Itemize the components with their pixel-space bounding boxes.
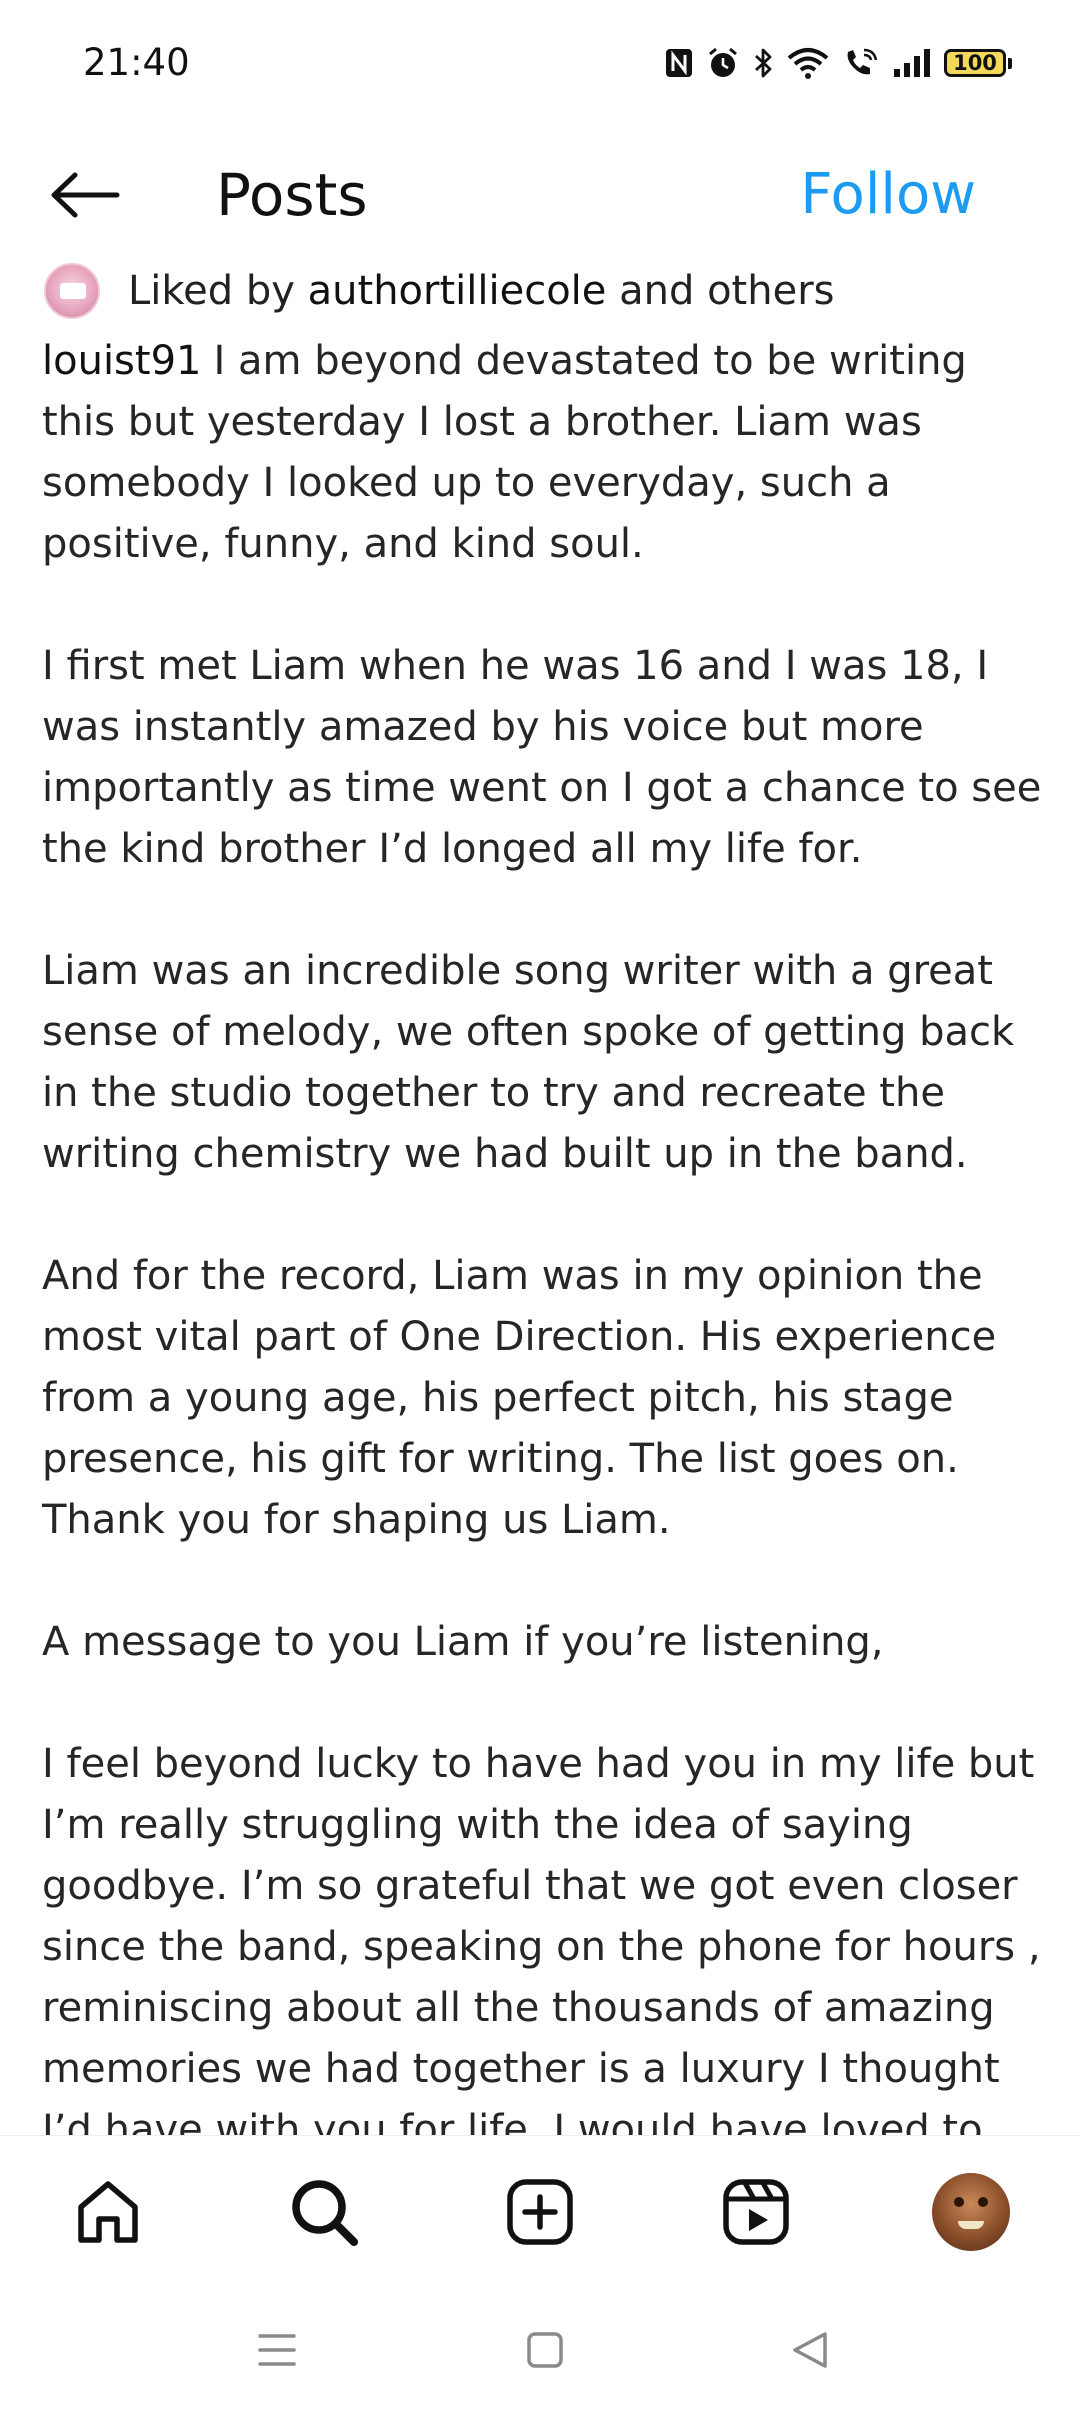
status-bar: 21:40 100 <box>0 0 1080 125</box>
battery-level: 100 <box>944 49 1006 77</box>
caption-paragraph: I feel beyond lucky to have had you in m… <box>42 1741 1041 2135</box>
back-button[interactable] <box>40 160 130 230</box>
nav-home-button[interactable] <box>68 2172 148 2252</box>
battery-icon: 100 <box>944 49 1012 77</box>
plus-square-icon <box>507 2179 573 2245</box>
wifi-calling-icon <box>842 46 880 80</box>
likes-text: Liked by authortilliecole and others <box>128 263 834 319</box>
system-back-button[interactable] <box>780 2325 840 2375</box>
caption-paragraph: Liam was an incredible song writer with … <box>42 948 1015 1177</box>
post-caption: louist91 I am beyond devastated to be wri… <box>42 331 1052 2135</box>
wifi-icon <box>786 46 830 80</box>
menu-icon <box>258 2334 296 2366</box>
nfc-icon <box>664 47 694 79</box>
caption-paragraph: I first met Liam when he was 16 and I wa… <box>42 643 1042 872</box>
page-title: Posts <box>216 161 368 229</box>
liked-by-suffix[interactable]: and others <box>619 268 834 314</box>
post-content: Liked by authortilliecole and others lou… <box>0 255 1080 2135</box>
system-nav-bar <box>0 2285 1080 2412</box>
nav-reels-button[interactable] <box>716 2172 796 2252</box>
back-triangle-icon <box>793 2332 827 2368</box>
liked-by-prefix: Liked by <box>128 268 295 314</box>
liker-username[interactable]: authortilliecole <box>308 268 607 314</box>
follow-button[interactable]: Follow <box>800 162 976 228</box>
reels-icon <box>723 2179 789 2245</box>
arrow-left-icon <box>51 172 120 218</box>
home-icon <box>78 2181 138 2243</box>
system-home-button[interactable] <box>515 2325 575 2375</box>
top-app-bar: Posts Follow <box>0 140 1080 250</box>
alarm-icon <box>706 46 740 80</box>
caption-username[interactable]: louist91 <box>42 338 201 384</box>
nav-search-button[interactable] <box>284 2172 364 2252</box>
signal-icon <box>892 47 932 79</box>
status-time: 21:40 <box>83 41 190 84</box>
nav-create-button[interactable] <box>500 2172 580 2252</box>
status-icons: 100 <box>664 42 1012 84</box>
profile-avatar <box>932 2173 1010 2251</box>
bluetooth-icon <box>752 46 774 80</box>
caption-paragraph: And for the record, Liam was in my opini… <box>42 1253 997 1543</box>
home-square-icon <box>527 2332 563 2368</box>
caption-paragraph: A message to you Liam if you’re listenin… <box>42 1619 884 1665</box>
search-icon <box>292 2180 358 2246</box>
caption-paragraph: louist91 I am beyond devastated to be wri… <box>42 331 1052 575</box>
battery-tip <box>1008 57 1012 69</box>
bottom-nav <box>0 2135 1080 2286</box>
liker-avatar[interactable] <box>44 263 100 319</box>
nav-profile-button[interactable] <box>931 2172 1011 2252</box>
system-menu-button[interactable] <box>247 2325 307 2375</box>
likes-row[interactable]: Liked by authortilliecole and others <box>44 263 834 319</box>
